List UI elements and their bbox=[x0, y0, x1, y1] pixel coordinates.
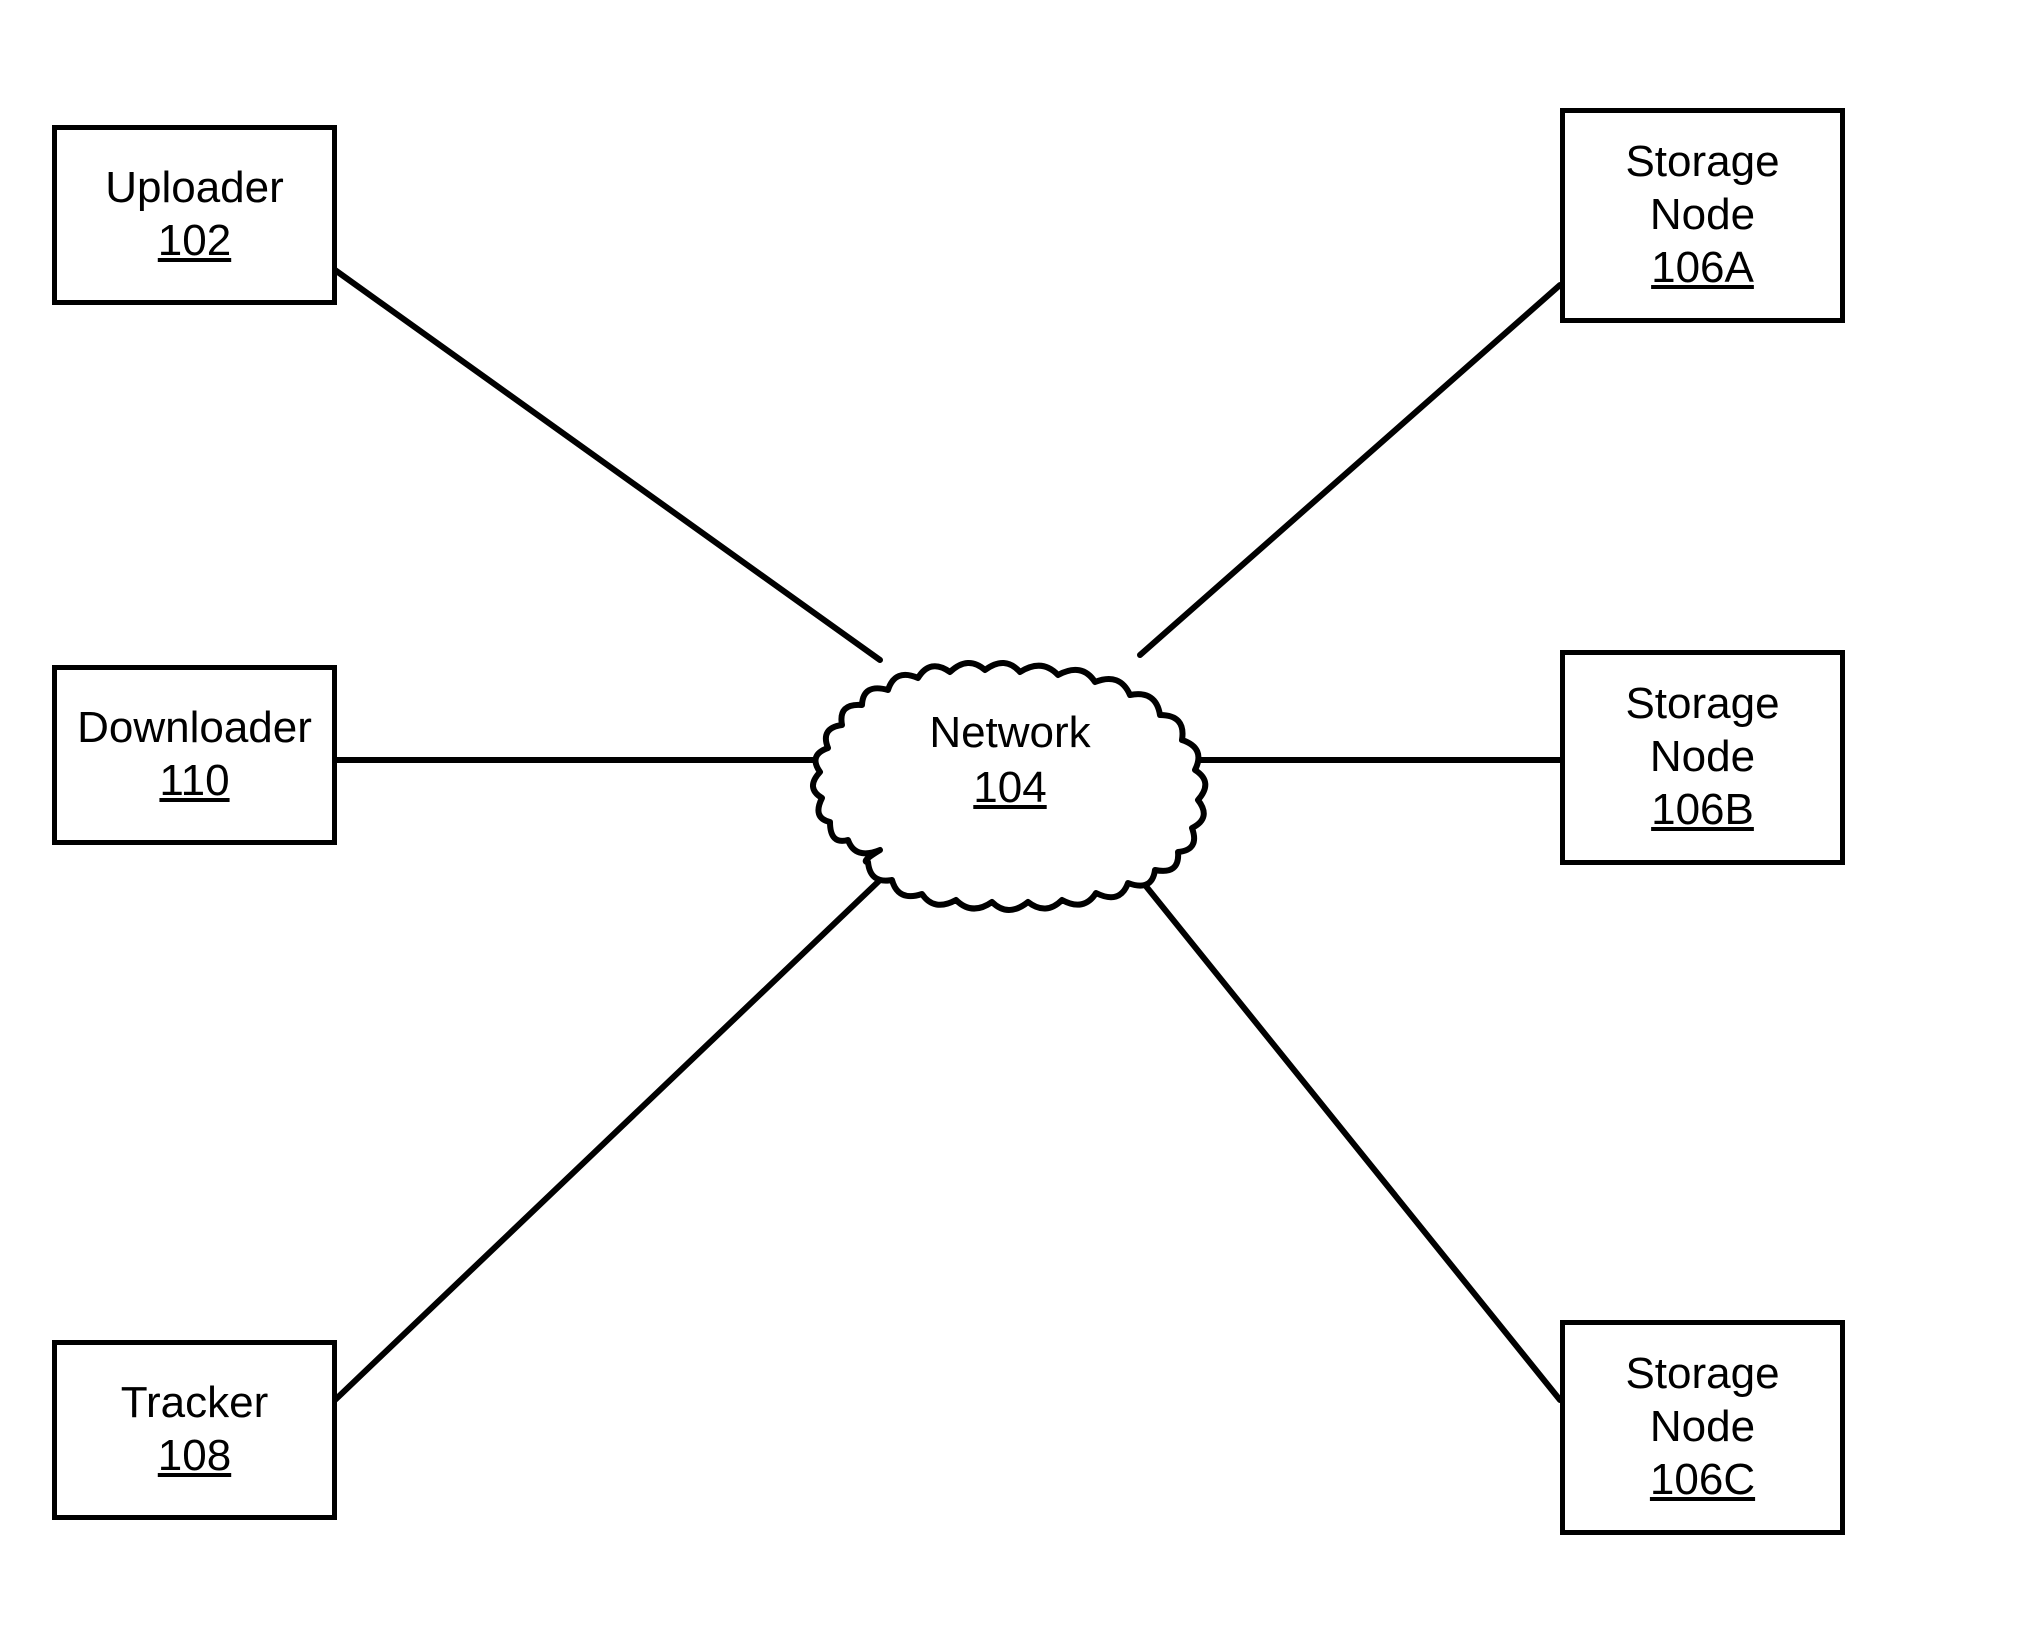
network-cloud: Network 104 bbox=[800, 600, 1220, 920]
downloader-label: Downloader bbox=[77, 702, 312, 755]
storage-c-label1: Storage bbox=[1625, 1348, 1779, 1401]
downloader-ref: 110 bbox=[159, 755, 229, 808]
uploader-label: Uploader bbox=[105, 162, 284, 215]
storage-node-b: Storage Node 106B bbox=[1560, 650, 1845, 865]
tracker-node: Tracker 108 bbox=[52, 1340, 337, 1520]
uploader-node: Uploader 102 bbox=[52, 125, 337, 305]
network-ref: 104 bbox=[929, 760, 1090, 815]
downloader-node: Downloader 110 bbox=[52, 665, 337, 845]
storage-b-ref: 106B bbox=[1651, 784, 1754, 837]
tracker-label: Tracker bbox=[121, 1377, 269, 1430]
storage-node-c: Storage Node 106C bbox=[1560, 1320, 1845, 1535]
storage-a-label1: Storage bbox=[1625, 136, 1779, 189]
diagram-canvas: Uploader 102 Downloader 110 Tracker 108 … bbox=[0, 0, 2023, 1638]
network-label-group: Network 104 bbox=[929, 705, 1090, 815]
storage-a-ref: 106A bbox=[1651, 242, 1754, 295]
storage-node-a: Storage Node 106A bbox=[1560, 108, 1845, 323]
uploader-ref: 102 bbox=[158, 215, 231, 268]
storage-a-label2: Node bbox=[1650, 189, 1755, 242]
storage-c-label2: Node bbox=[1650, 1401, 1755, 1454]
tracker-ref: 108 bbox=[158, 1430, 231, 1483]
network-label: Network bbox=[929, 705, 1090, 760]
storage-c-ref: 106C bbox=[1650, 1454, 1755, 1507]
storage-b-label1: Storage bbox=[1625, 678, 1779, 731]
storage-b-label2: Node bbox=[1650, 731, 1755, 784]
